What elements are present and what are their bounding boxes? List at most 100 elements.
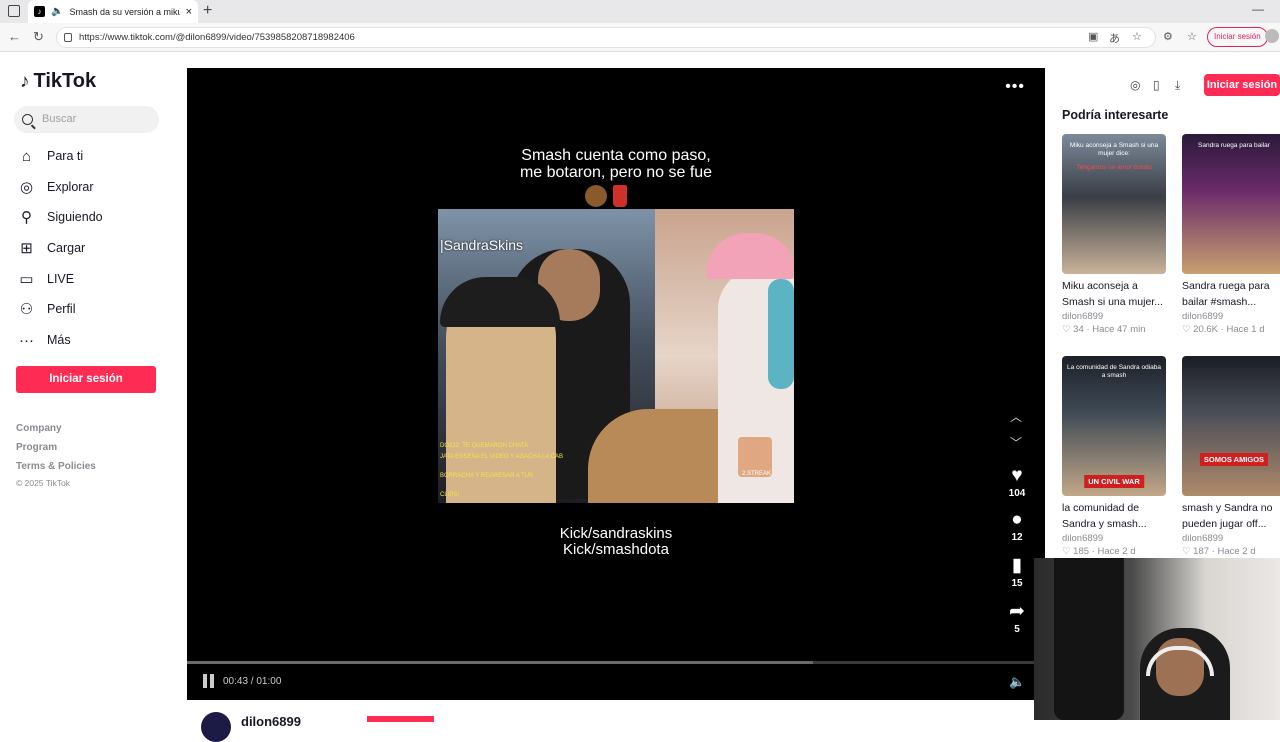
heart-outline-icon: ♡ [1182,324,1191,335]
more-options-icon[interactable]: ••• [1005,78,1025,96]
upload-plus-icon: ⊞ [20,239,33,257]
recommended-video-card[interactable]: La comunidad de Sandra odiaba a smash UN… [1062,356,1166,557]
video-player[interactable]: ••• Smash cuenta como paso, me botaron, … [187,68,1045,700]
hanging-coat [1054,558,1124,720]
copyright: © 2025 TikTok [16,478,70,488]
favorite-star-icon[interactable]: ☆ [1132,30,1142,43]
thumbnail-text: Miku aconseja a Smash si una mujer dice: [1069,142,1159,157]
like-button[interactable]: ♥ 104 [1003,466,1031,500]
footer-link-program[interactable]: Program [16,442,57,453]
url-field[interactable]: https://www.tiktok.com/@dilon6899/video/… [56,27,1156,48]
search-icon[interactable] [22,114,33,125]
translate-icon[interactable]: あ [1109,30,1120,46]
download-icon[interactable]: ⤓ [1175,78,1180,93]
nav-item-live[interactable]: ▭ LIVE [18,268,74,290]
video-meta: ♡ 34 · Hace 47 min [1062,324,1146,335]
video-caption[interactable]: smash y Sandra no pueden jugar off... [1182,500,1280,532]
speaker-icon[interactable]: 🔈 [51,6,63,17]
extensions-icon[interactable]: ⚙ [1163,30,1173,43]
video-thumbnail[interactable]: SOMOS AMIGOS [1182,356,1280,496]
thumbnail-subtext: Tengamos un amor bonito [1076,164,1152,171]
pause-button[interactable] [203,674,215,688]
comment-count: 12 [1011,532,1023,543]
video-author[interactable]: dilon6899 [1062,311,1166,322]
tab-title: Smash da su versión a miku [69,6,180,17]
caption-emojis [585,185,627,207]
video-meta: ♡ 185 · Hace 2 d [1062,546,1136,557]
video-thumbnail[interactable]: Miku aconseja a Smash si una mujer dice:… [1062,134,1166,274]
creator-bar: dilon6899 [187,700,1045,742]
profile-icon: ⚇ [19,300,34,318]
nav-item-mas[interactable]: ··· Más [18,329,71,351]
share-button[interactable]: ➦ 5 [1003,602,1031,636]
logo-text: TikTok [33,70,97,92]
browser-login-button[interactable]: Iniciar sesión [1207,27,1268,47]
compass-icon[interactable]: ◎ [1130,78,1140,92]
minimize-icon[interactable]: — [1252,2,1264,16]
browser-tab[interactable]: ♪ 🔈 Smash da su versión a miku × [28,0,198,23]
like-count: 20.6K [1193,324,1218,335]
tiktok-note-icon: ♪ [20,70,30,92]
search-input[interactable]: Buscar [14,106,159,133]
login-button[interactable]: Iniciar sesión [16,366,156,393]
video-thumbnail[interactable]: Sandra ruega para bailar [1182,134,1280,274]
thumbnail-badge: SOMOS AMIGOS [1199,453,1269,466]
close-tab-icon[interactable]: × [186,6,192,18]
video-caption[interactable]: Miku aconseja a Smash si una mujer... [1062,278,1166,310]
video-author[interactable]: dilon6899 [1062,533,1166,544]
next-video-icon[interactable]: ﹀ [1010,434,1022,451]
nav-item-explorar[interactable]: ◎ Explorar [18,176,94,198]
save-button[interactable]: ▮ 15 [1003,556,1031,590]
header-login-button[interactable]: Iniciar sesión [1204,74,1280,96]
video-author[interactable]: dilon6899 [1182,311,1280,322]
video-meta: ♡ 20.6K · Hace 1 d [1182,324,1265,335]
comment-button[interactable]: ● 12 [1003,509,1031,544]
reader-view-icon[interactable]: ▣ [1088,30,1098,43]
follow-button[interactable] [367,716,434,722]
video-thumbnail[interactable]: La comunidad de Sandra odiaba a smash UN… [1062,356,1166,496]
profile-avatar-icon[interactable] [1265,29,1279,43]
video-caption[interactable]: Sandra ruega para bailar #smash... [1182,278,1280,310]
creator-avatar[interactable] [201,712,231,742]
chat-overlay-line: DO222: TE QUEMARON CHATA [440,443,529,449]
footer-link-terms[interactable]: Terms & Policies [16,461,96,472]
favorites-icon[interactable]: ☆ [1187,30,1197,43]
previous-video-icon[interactable]: ︿ [1010,408,1022,425]
save-count: 15 [1011,578,1023,589]
following-icon: ⚲ [21,208,32,226]
chat-overlay-line: BORRACHA Y REGRESAR A TUS [440,473,534,479]
recommendations-title: Podría interesarte [1062,108,1169,122]
streamer-webcam-overlay [1034,558,1280,720]
video-caption-line-2: me botaron, pero no se fue [519,164,713,181]
creator-name[interactable]: dilon6899 [241,714,301,729]
kick-line-1: Kick/sandraskins [559,525,673,542]
url-text: https://www.tiktok.com/@dilon6899/video/… [79,32,355,43]
nav-label: Para ti [47,149,84,163]
refresh-icon[interactable]: ↻ [33,29,44,45]
progress-bar[interactable] [187,661,1045,664]
recommended-video-card[interactable]: SOMOS AMIGOS smash y Sandra no pueden ju… [1182,356,1280,557]
progress-fill [187,661,814,664]
video-age: Hace 47 min [1092,324,1146,335]
nav-item-cargar[interactable]: ⊞ Cargar [18,237,85,259]
heart-outline-icon: ♡ [1062,324,1071,335]
nav-label: Siguiendo [47,210,103,224]
device-icon[interactable]: ▯ [1153,78,1160,92]
new-tab-button[interactable]: + [203,2,212,20]
volume-icon[interactable]: 🔈 [1009,674,1025,690]
footer-link-company[interactable]: Company [16,423,62,434]
share-count: 5 [1014,624,1020,635]
tiktok-logo[interactable]: ♪ TikTok [20,70,96,93]
nav-item-perfil[interactable]: ⚇ Perfil [18,298,76,320]
back-icon[interactable]: ← [8,29,21,44]
nav-item-siguiendo[interactable]: ⚲ Siguiendo [18,206,103,228]
sidebar-toggle-icon[interactable] [8,5,20,17]
video-caption[interactable]: la comunidad de Sandra y smash... [1062,500,1166,532]
recommended-video-card[interactable]: Sandra ruega para bailar Sandra ruega pa… [1182,134,1280,335]
live-tv-icon: ▭ [19,270,34,288]
recommended-video-card[interactable]: Miku aconseja a Smash si una mujer dice:… [1062,134,1166,335]
video-author[interactable]: dilon6899 [1182,533,1280,544]
nav-item-para-ti[interactable]: ⌂ Para ti [18,145,83,167]
site-info-icon[interactable] [64,33,72,42]
comment-icon: ● [1011,509,1023,530]
